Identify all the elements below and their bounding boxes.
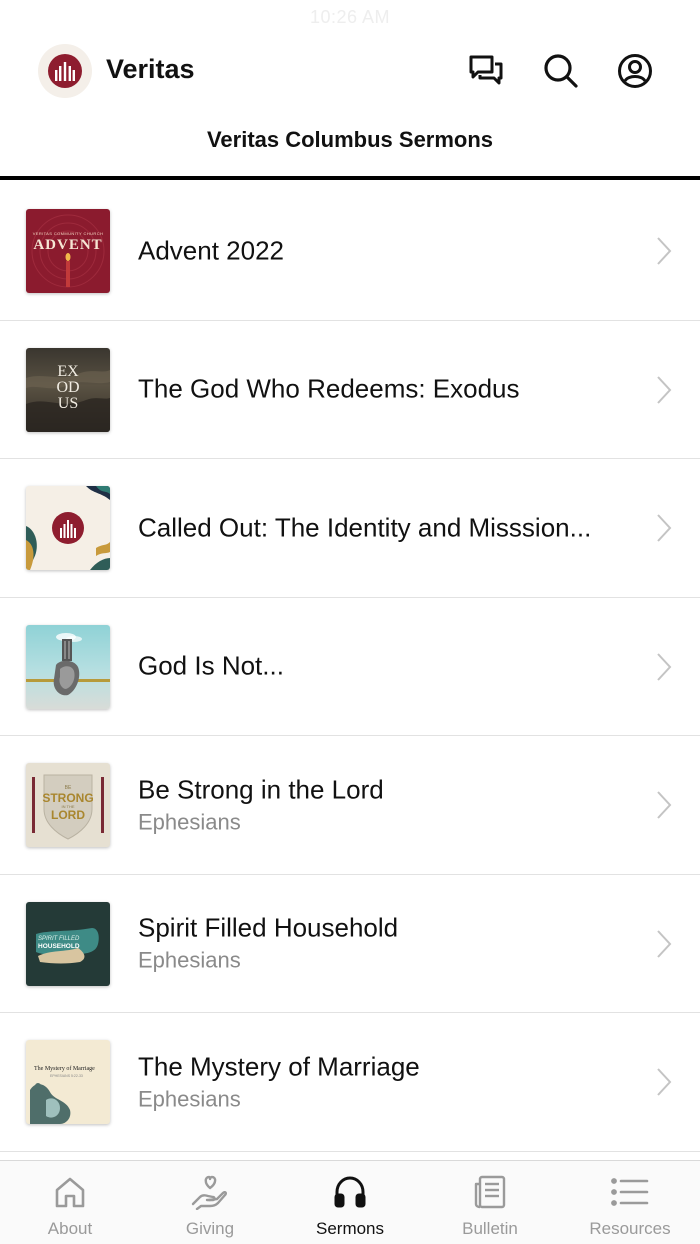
search-icon[interactable] bbox=[542, 52, 580, 90]
sermon-row-spirit-filled[interactable]: SPIRIT FILLED HOUSEHOLD Spirit Filled Ho… bbox=[0, 875, 700, 1013]
tab-label: Giving bbox=[185, 1219, 235, 1238]
sermon-thumbnail bbox=[26, 624, 110, 709]
thumb-bottom: LORD bbox=[51, 808, 85, 822]
sermon-title: God Is Not... bbox=[138, 650, 284, 681]
sermon-title: Called Out: The Identity and Misssion... bbox=[138, 512, 592, 543]
sermon-row-god-is-not[interactable]: God Is Not... bbox=[0, 598, 700, 736]
tab-label: Bulletin bbox=[462, 1219, 518, 1238]
giving-hand-heart-icon bbox=[191, 1173, 229, 1211]
sermon-list: VERITAS COMMUNITY CHURCH ADVENT Advent 2… bbox=[0, 182, 700, 1160]
thumb-title: ADVENT bbox=[33, 237, 103, 253]
home-icon bbox=[51, 1173, 89, 1211]
headphones-icon bbox=[331, 1173, 369, 1211]
chevron-right-icon bbox=[657, 237, 672, 265]
newspaper-icon bbox=[471, 1173, 509, 1211]
thumb-mid: STRONG bbox=[42, 791, 94, 805]
tab-bulletin[interactable]: Bulletin bbox=[420, 1161, 560, 1244]
sermon-thumbnail: EX OD US bbox=[26, 347, 110, 432]
sermon-row-advent[interactable]: VERITAS COMMUNITY CHURCH ADVENT Advent 2… bbox=[0, 182, 700, 321]
sermon-row-exodus[interactable]: EX OD US The God Who Redeems: Exodus bbox=[0, 321, 700, 459]
tab-label: Sermons bbox=[315, 1219, 385, 1238]
thumb-line2: HOUSEHOLD bbox=[38, 942, 80, 950]
thumb-line2: EPHESIANS 5:22-33 bbox=[50, 1074, 83, 1078]
sermon-thumbnail: VERITAS COMMUNITY CHURCH ADVENT bbox=[26, 209, 110, 293]
sermon-subtitle: Ephesians bbox=[138, 1086, 241, 1112]
tab-label: About bbox=[47, 1219, 93, 1238]
app-name: Veritas bbox=[106, 54, 195, 84]
page-title-bar: Veritas Columbus Sermons bbox=[0, 108, 700, 180]
tab-label: Resources bbox=[589, 1219, 671, 1238]
chevron-right-icon bbox=[657, 1068, 672, 1096]
thumb-line1: SPIRIT FILLED bbox=[38, 935, 80, 942]
thumb-caption: VERITAS COMMUNITY CHURCH bbox=[32, 231, 104, 236]
sermon-row-text: God Is Not... bbox=[138, 651, 630, 682]
sermon-row-text: The God Who Redeems: Exodus bbox=[138, 374, 630, 405]
chevron-right-icon bbox=[657, 652, 672, 681]
thumb-line1: The Mystery of Marriage bbox=[34, 1066, 95, 1072]
sermon-title: The Mystery of Marriage bbox=[138, 1051, 420, 1082]
sermon-subtitle: Ephesians bbox=[138, 947, 241, 973]
bottom-tab-bar: About Giving Sermons Bulletin Resources bbox=[0, 1160, 700, 1244]
tab-sermons[interactable]: Sermons bbox=[280, 1161, 420, 1244]
sermon-row-called-out[interactable]: Called Out: The Identity and Misssion... bbox=[0, 459, 700, 598]
chevron-right-icon bbox=[657, 929, 672, 958]
page-title: Veritas Columbus Sermons bbox=[206, 127, 494, 152]
tab-giving[interactable]: Giving bbox=[140, 1161, 280, 1244]
sermon-title: The God Who Redeems: Exodus bbox=[138, 373, 520, 404]
sermon-row-text: Spirit Filled Household Ephesians bbox=[138, 913, 630, 974]
sermon-title: Advent 2022 bbox=[138, 235, 285, 266]
chevron-right-icon bbox=[657, 375, 672, 404]
sermon-row-text: Be Strong in the Lord Ephesians bbox=[138, 774, 630, 835]
sermon-thumbnail: BE STRONG IN THE LORD bbox=[26, 763, 110, 847]
list-icon bbox=[611, 1173, 649, 1211]
app-logo[interactable] bbox=[38, 44, 92, 98]
sermon-title: Spirit Filled Household bbox=[138, 912, 399, 943]
chevron-right-icon bbox=[657, 514, 672, 542]
sermon-row-text: Advent 2022 bbox=[138, 235, 630, 266]
status-time: 10:26 AM bbox=[309, 6, 391, 27]
sermon-thumbnail bbox=[26, 486, 110, 570]
profile-icon[interactable] bbox=[616, 52, 654, 90]
sermon-title: Be Strong in the Lord bbox=[138, 774, 384, 805]
tab-resources[interactable]: Resources bbox=[560, 1161, 700, 1244]
sermon-subtitle: Ephesians bbox=[138, 809, 241, 835]
sermon-row-text: The Mystery of Marriage Ephesians bbox=[138, 1051, 630, 1112]
status-bar: 10:26 AM bbox=[0, 0, 700, 34]
sermon-thumbnail: SPIRIT FILLED HOUSEHOLD bbox=[26, 901, 110, 986]
church-logo-icon bbox=[48, 54, 82, 88]
messages-icon[interactable] bbox=[467, 52, 505, 90]
sermon-thumbnail: The Mystery of Marriage EPHESIANS 5:22-3… bbox=[26, 1040, 110, 1124]
sermon-row-be-strong[interactable]: BE STRONG IN THE LORD Be Strong in the L… bbox=[0, 736, 700, 875]
app-header: Veritas bbox=[0, 34, 700, 108]
sermon-row-text: Called Out: The Identity and Misssion... bbox=[138, 512, 630, 543]
thumb-title: EX OD US bbox=[56, 362, 80, 412]
sermon-row-mystery-of-marriage[interactable]: The Mystery of Marriage EPHESIANS 5:22-3… bbox=[0, 1013, 700, 1152]
chevron-right-icon bbox=[657, 791, 672, 819]
tab-about[interactable]: About bbox=[0, 1161, 140, 1244]
